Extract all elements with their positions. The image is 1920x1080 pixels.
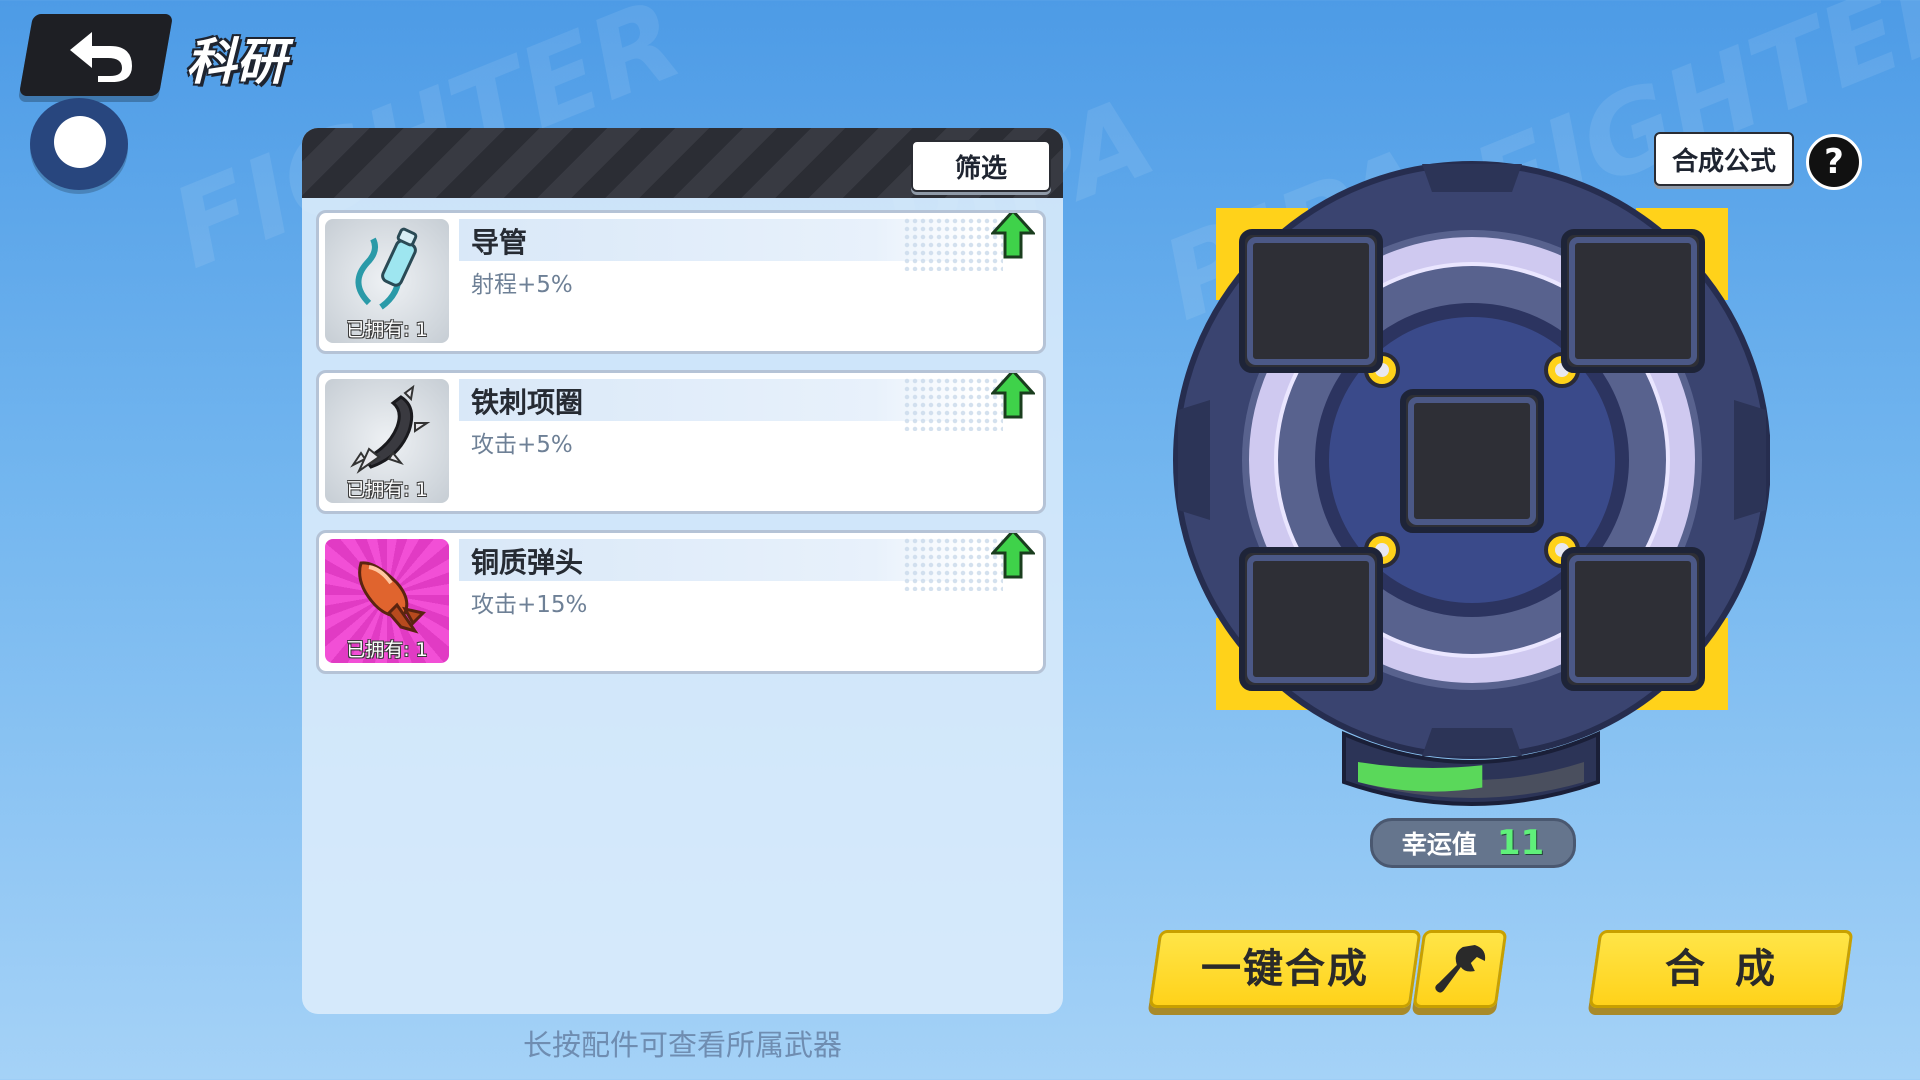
part-name: 导管 bbox=[471, 226, 528, 259]
help-icon[interactable]: ? bbox=[1806, 134, 1862, 190]
part-stat: 攻击+15% bbox=[471, 592, 588, 618]
part-stat: 攻击+5% bbox=[471, 432, 573, 458]
upgrade-arrow-icon bbox=[991, 213, 1035, 259]
parts-list: 已拥有: 1 导管 射程+5% 已拥有: 1 铁刺项圈 攻击+5% 已拥有: 1… bbox=[316, 210, 1050, 690]
parts-panel: 筛选 已拥有: 1 导管 射程+5% 已拥有: 1 铁刺项圈 攻击+5% 已拥有… bbox=[302, 128, 1063, 1014]
panel-header: 筛选 bbox=[302, 128, 1063, 198]
luck-badge: 幸运值 11 bbox=[1370, 818, 1576, 868]
copper-warhead-icon bbox=[358, 561, 426, 634]
back-button[interactable] bbox=[18, 14, 174, 96]
one-click-label: 一键合成 bbox=[1201, 946, 1369, 992]
filter-button[interactable]: 筛选 bbox=[911, 140, 1051, 192]
combine-label: 合成 bbox=[1665, 946, 1805, 992]
part-name: 铁刺项圈 bbox=[471, 386, 584, 419]
list-item[interactable]: 已拥有: 1 铁刺项圈 攻击+5% bbox=[316, 370, 1046, 514]
part-stat: 射程+5% bbox=[471, 272, 573, 298]
wrench-icon bbox=[1435, 945, 1486, 993]
part-thumbnail: 已拥有: 1 bbox=[325, 219, 449, 343]
list-item[interactable]: 已拥有: 1 铜质弹头 攻击+15% bbox=[316, 530, 1046, 674]
owned-count: 已拥有: 1 bbox=[346, 479, 428, 501]
part-thumbnail: 已拥有: 1 bbox=[325, 539, 449, 663]
tube-icon bbox=[355, 227, 418, 310]
settings-button[interactable] bbox=[1412, 930, 1508, 1008]
owned-count: 已拥有: 1 bbox=[346, 319, 428, 341]
spiked-collar-icon bbox=[350, 384, 431, 474]
list-item[interactable]: 已拥有: 1 导管 射程+5% bbox=[316, 210, 1046, 354]
owned-count: 已拥有: 1 bbox=[346, 639, 428, 661]
hint-text: 长按配件可查看所属武器 bbox=[522, 1028, 842, 1062]
upgrade-arrow-icon bbox=[991, 373, 1035, 419]
synthesis-device bbox=[1173, 161, 1770, 806]
part-thumbnail: 已拥有: 1 bbox=[325, 379, 449, 503]
joystick[interactable] bbox=[30, 98, 128, 190]
part-name: 铜质弹头 bbox=[471, 546, 584, 579]
luck-label: 幸运值 bbox=[1401, 830, 1477, 859]
synthesize-button[interactable]: 合成 bbox=[1588, 930, 1854, 1008]
joystick-knob[interactable] bbox=[54, 116, 106, 168]
luck-value: 11 bbox=[1496, 823, 1545, 863]
one-click-synthesize-button[interactable]: 一键合成 bbox=[1148, 930, 1422, 1008]
upgrade-arrow-icon bbox=[991, 533, 1035, 579]
page-title: 科研 bbox=[186, 33, 286, 91]
back-arrow-icon bbox=[70, 32, 132, 82]
